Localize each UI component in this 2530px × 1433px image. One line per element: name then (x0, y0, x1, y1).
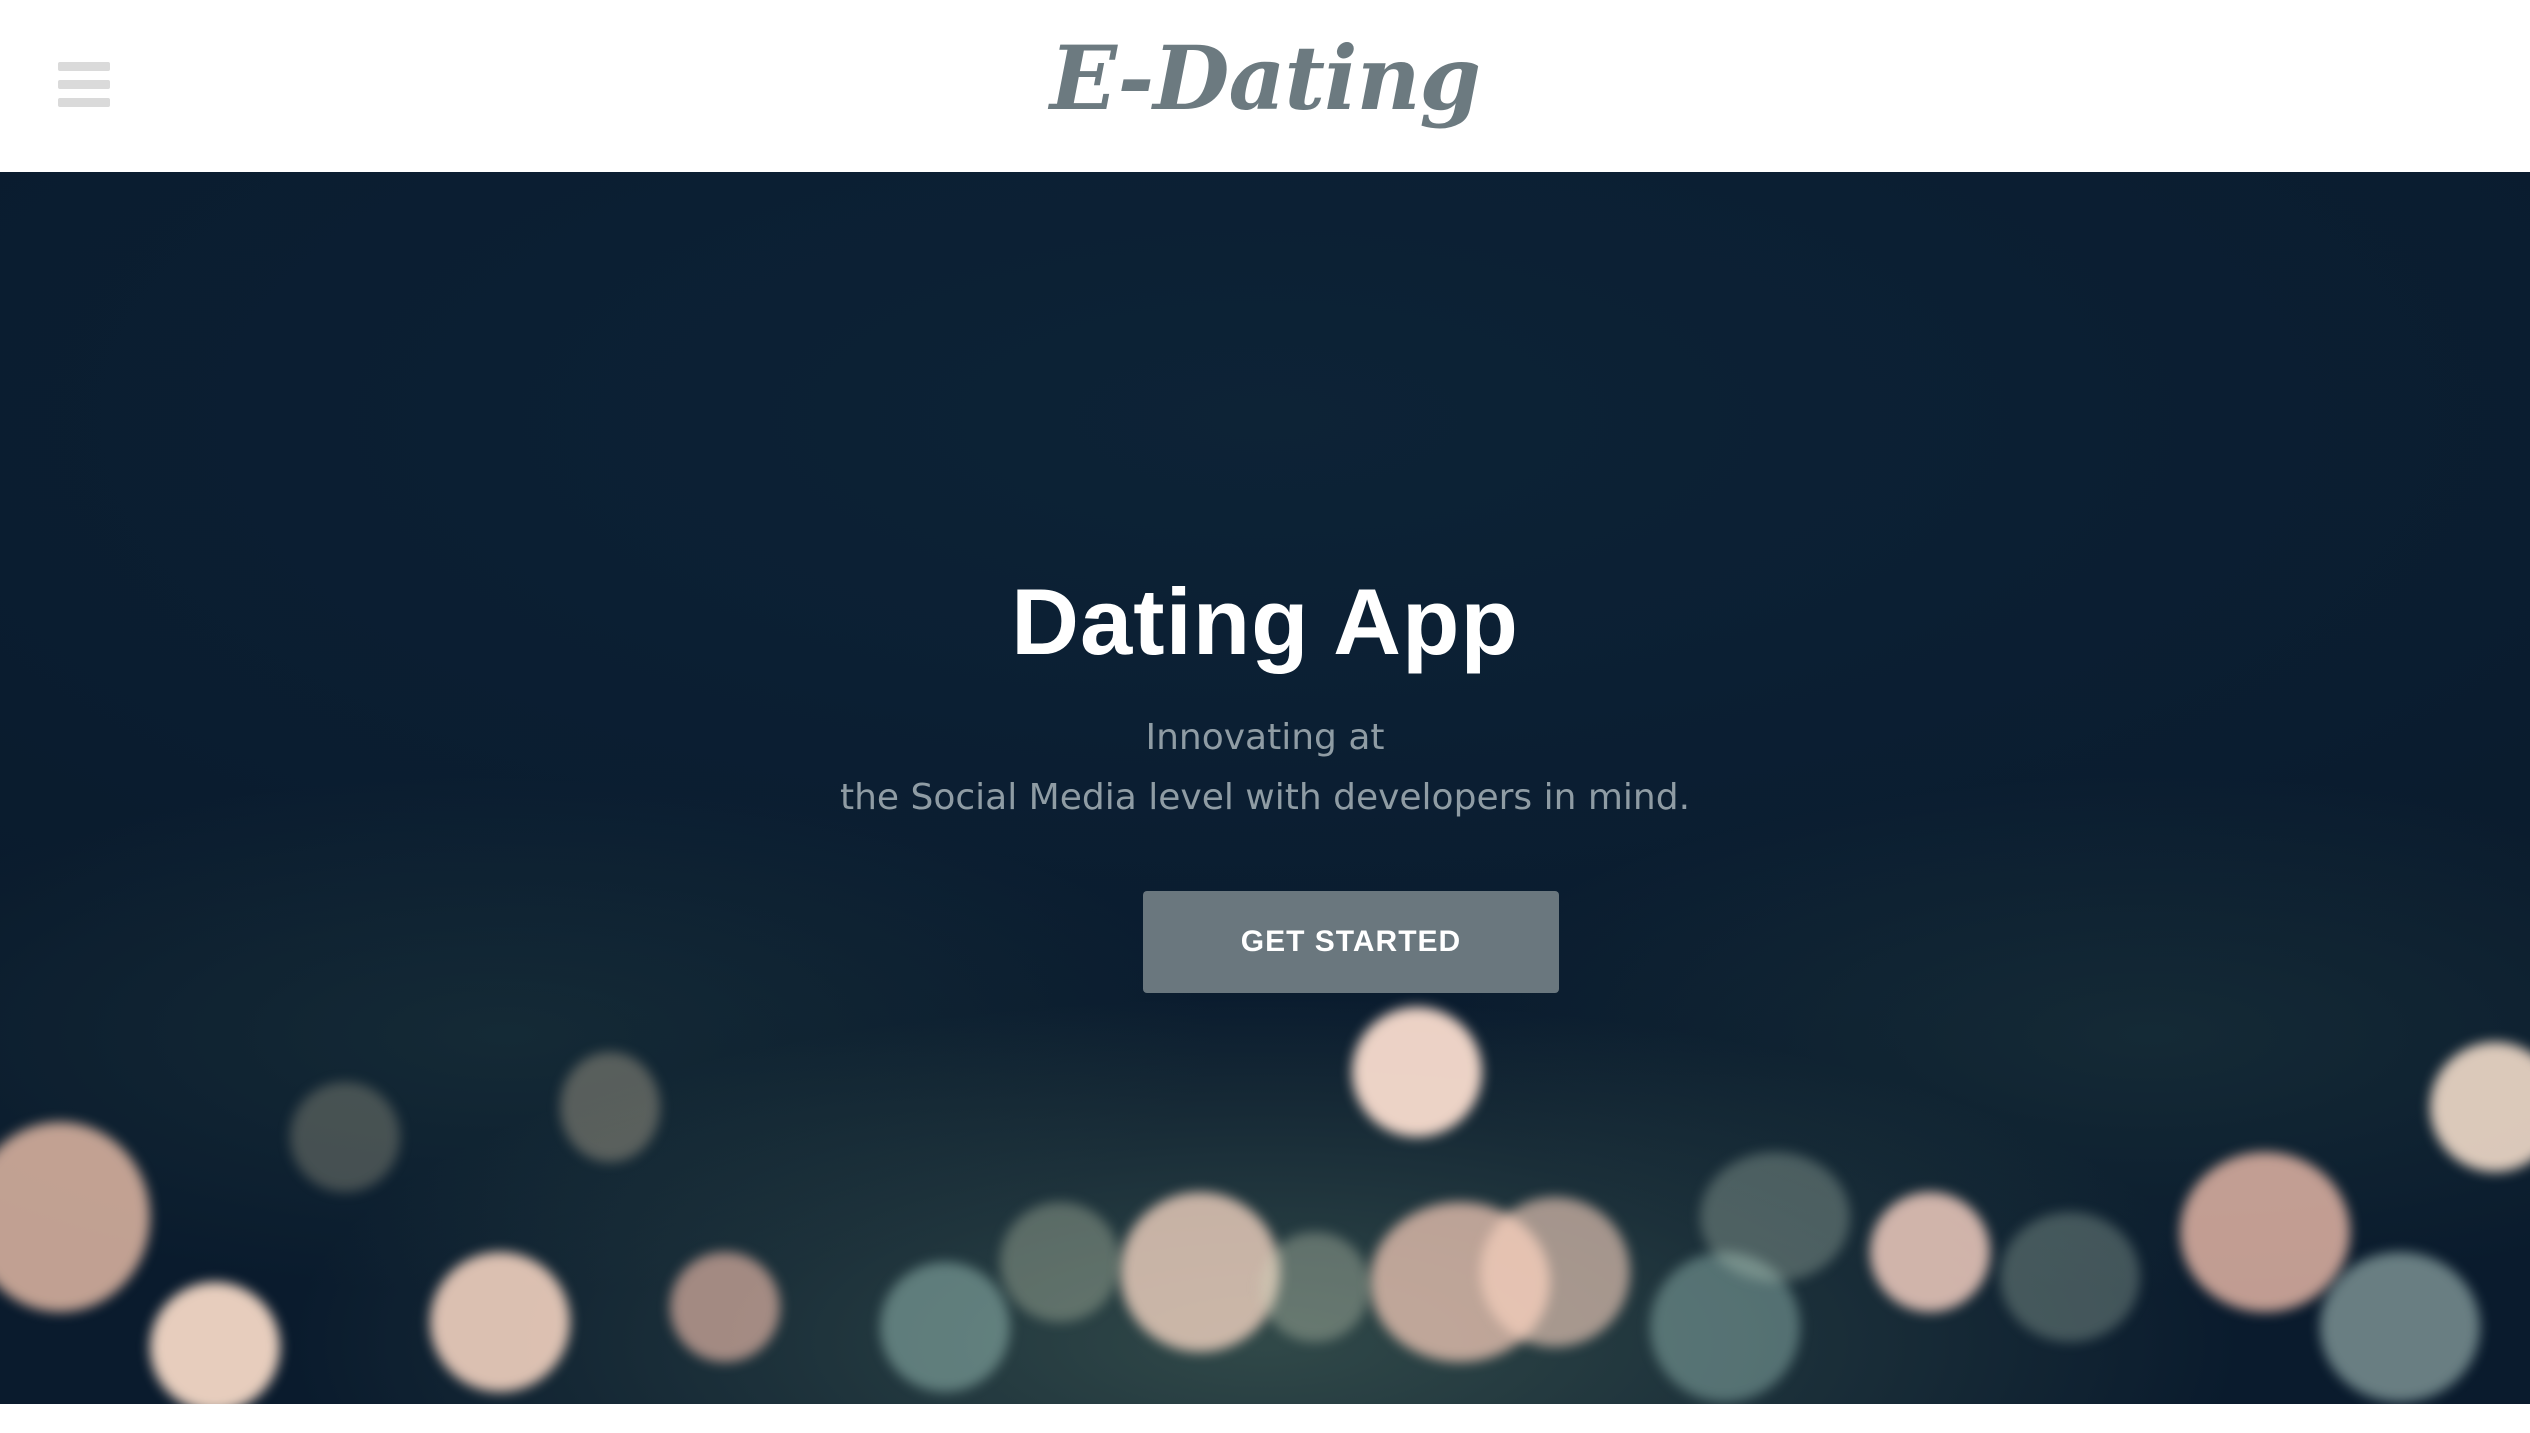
get-started-button[interactable]: GET STARTED (1143, 891, 1559, 993)
bokeh-light (1480, 1197, 1630, 1347)
top-navbar: E-Dating (0, 0, 2530, 172)
bokeh-light (150, 1282, 280, 1404)
brand-logo[interactable]: E-Dating (0, 18, 2530, 138)
bokeh-light (430, 1252, 570, 1392)
bokeh-light (290, 1082, 400, 1192)
bokeh-light (2000, 1212, 2140, 1342)
hero-subtitle-line-2: the Social Media level with developers i… (839, 777, 1691, 818)
bokeh-light (880, 1262, 1010, 1392)
page-bottom-edge (0, 1404, 2530, 1433)
bokeh-light (2180, 1152, 2350, 1312)
bokeh-light (1000, 1202, 1120, 1322)
hero-subtitle-line-1: Innovating at (1145, 717, 1385, 758)
hero-title: Dating App (1011, 569, 1519, 674)
bokeh-light (1260, 1232, 1370, 1342)
bokeh-light (1120, 1192, 1280, 1352)
bokeh-light (2320, 1252, 2480, 1402)
bokeh-light (1700, 1152, 1850, 1282)
bokeh-light (670, 1252, 780, 1362)
bokeh-light (1870, 1192, 1990, 1312)
bokeh-light (1352, 1007, 1482, 1137)
bokeh-light (560, 1052, 660, 1162)
